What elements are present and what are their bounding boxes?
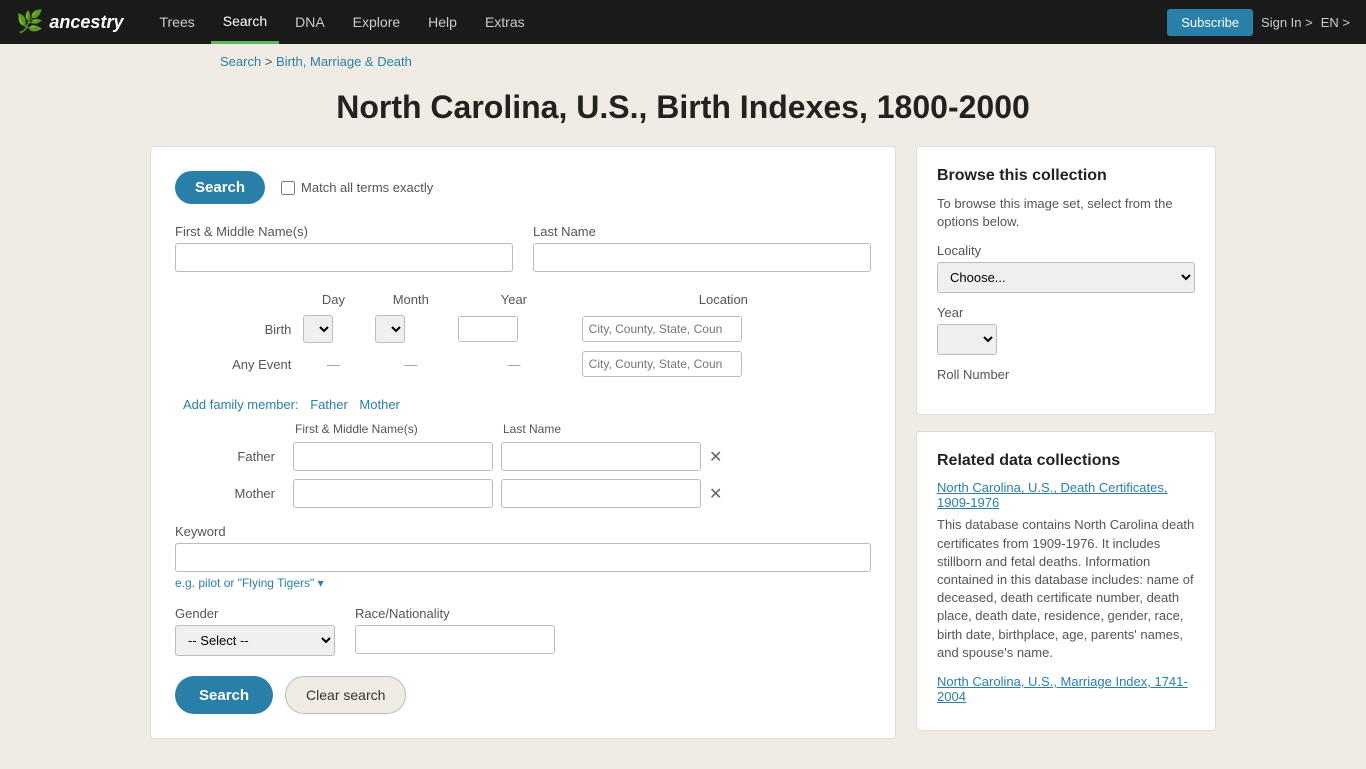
related-title: Related data collections	[937, 452, 1195, 470]
gender-race-row: Gender -- Select -- Male Female Race/Nat…	[175, 606, 871, 656]
year-browse-select[interactable]	[937, 324, 997, 355]
location-header: Location	[576, 288, 871, 311]
year-header: Year	[452, 288, 576, 311]
nav-extras[interactable]: Extras	[473, 0, 537, 44]
browse-title: Browse this collection	[937, 167, 1195, 185]
browse-card: Browse this collection To browse this im…	[916, 146, 1216, 415]
sign-in-link[interactable]: Sign In >	[1261, 15, 1313, 30]
family-first-header: First & Middle Name(s)	[295, 422, 495, 436]
search-panel: Search Match all terms exactly First & M…	[150, 146, 896, 739]
first-name-label: First & Middle Name(s)	[175, 224, 513, 239]
language-selector[interactable]: EN >	[1321, 15, 1350, 30]
related-card: Related data collections North Carolina,…	[916, 431, 1216, 731]
breadcrumb-section[interactable]: Birth, Marriage & Death	[276, 54, 412, 69]
match-exact-label[interactable]: Match all terms exactly	[281, 180, 433, 195]
family-member-label: Add family member: Father Mother	[175, 397, 871, 412]
nav-search[interactable]: Search	[211, 0, 279, 44]
locality-select[interactable]: Choose...	[937, 262, 1195, 293]
event-table: Day Month Year Location Birth	[175, 288, 871, 381]
keyword-input[interactable]	[175, 543, 871, 572]
main-layout: Search Match all terms exactly First & M…	[0, 146, 1366, 769]
subscribe-button[interactable]: Subscribe	[1167, 9, 1253, 36]
family-last-header: Last Name	[503, 422, 703, 436]
nav-explore[interactable]: Explore	[341, 0, 412, 44]
gender-select[interactable]: -- Select -- Male Female	[175, 625, 335, 656]
roll-number-label: Roll Number	[937, 367, 1195, 382]
race-input[interactable]	[355, 625, 555, 654]
any-event-month-dash: —	[369, 347, 452, 381]
gender-field: Gender -- Select -- Male Female	[175, 606, 335, 656]
breadcrumb-separator: >	[265, 54, 276, 69]
logo[interactable]: 🌿 ancestry	[16, 9, 123, 35]
keyword-section: Keyword e.g. pilot or "Flying Tigers" ▾	[175, 524, 871, 590]
add-father-link[interactable]: Father	[310, 397, 348, 412]
add-mother-link[interactable]: Mother	[359, 397, 399, 412]
family-col-headers: First & Middle Name(s) Last Name	[295, 422, 871, 436]
father-label: Father	[175, 449, 285, 464]
nav-dna[interactable]: DNA	[283, 0, 337, 44]
birth-location-input[interactable]	[582, 316, 742, 342]
match-exact-text: Match all terms exactly	[301, 180, 433, 195]
logo-icon: 🌿	[16, 9, 43, 35]
day-header: Day	[297, 288, 369, 311]
birth-label: Birth	[175, 311, 297, 347]
bottom-buttons: Search Clear search	[175, 676, 871, 714]
any-event-day-dash: —	[297, 347, 369, 381]
nav-trees[interactable]: Trees	[147, 0, 206, 44]
father-last-input[interactable]	[501, 442, 701, 471]
clear-search-button[interactable]: Clear search	[285, 676, 406, 714]
search-button-bottom[interactable]: Search	[175, 676, 273, 714]
locality-field: Locality Choose...	[937, 243, 1195, 293]
related-link-1[interactable]: North Carolina, U.S., Marriage Index, 17…	[937, 674, 1195, 704]
any-event-row: Any Event — — —	[175, 347, 871, 381]
roll-number-field: Roll Number	[937, 367, 1195, 382]
related-desc-0: This database contains North Carolina de…	[937, 516, 1195, 662]
father-row: Father ✕	[175, 442, 871, 471]
month-header: Month	[369, 288, 452, 311]
any-event-label: Any Event	[175, 347, 297, 381]
remove-mother-button[interactable]: ✕	[709, 484, 722, 504]
birth-month-select[interactable]	[375, 315, 405, 343]
nav-right: Subscribe Sign In > EN >	[1167, 9, 1350, 36]
keyword-label: Keyword	[175, 524, 871, 539]
nav-help[interactable]: Help	[416, 0, 469, 44]
mother-first-input[interactable]	[293, 479, 493, 508]
mother-last-input[interactable]	[501, 479, 701, 508]
match-exact-checkbox[interactable]	[281, 181, 295, 195]
birth-row: Birth	[175, 311, 871, 347]
last-name-field: Last Name	[533, 224, 871, 272]
search-button-top[interactable]: Search	[175, 171, 265, 204]
logo-text: ancestry	[49, 12, 123, 33]
mother-label: Mother	[175, 486, 285, 501]
remove-father-button[interactable]: ✕	[709, 447, 722, 467]
last-name-input[interactable]	[533, 243, 871, 272]
page-title: North Carolina, U.S., Birth Indexes, 180…	[0, 89, 1366, 126]
breadcrumb-search[interactable]: Search	[220, 54, 261, 69]
father-first-input[interactable]	[293, 442, 493, 471]
year-browse-field: Year	[937, 305, 1195, 355]
mother-row: Mother ✕	[175, 479, 871, 508]
browse-description: To browse this image set, select from th…	[937, 195, 1195, 231]
race-label: Race/Nationality	[355, 606, 555, 621]
search-top-row: Search Match all terms exactly	[175, 171, 871, 204]
last-name-label: Last Name	[533, 224, 871, 239]
birth-year-input[interactable]	[458, 316, 518, 342]
nav-links: Trees Search DNA Explore Help Extras	[147, 0, 1167, 44]
breadcrumb: Search > Birth, Marriage & Death	[0, 44, 1366, 79]
gender-label: Gender	[175, 606, 335, 621]
race-field: Race/Nationality	[355, 606, 555, 656]
family-section: Add family member: Father Mother First &…	[175, 397, 871, 508]
any-event-location-input[interactable]	[582, 351, 742, 377]
sidebar: Browse this collection To browse this im…	[916, 146, 1216, 739]
first-name-input[interactable]	[175, 243, 513, 272]
related-link-0[interactable]: North Carolina, U.S., Death Certificates…	[937, 480, 1195, 510]
main-nav: 🌿 ancestry Trees Search DNA Explore Help…	[0, 0, 1366, 44]
year-browse-label: Year	[937, 305, 1195, 320]
keyword-hint[interactable]: e.g. pilot or "Flying Tigers" ▾	[175, 576, 871, 590]
name-row: First & Middle Name(s) Last Name	[175, 224, 871, 272]
birth-day-select[interactable]	[303, 315, 333, 343]
first-name-field: First & Middle Name(s)	[175, 224, 513, 272]
locality-label: Locality	[937, 243, 1195, 258]
any-event-year-dash: —	[452, 347, 576, 381]
